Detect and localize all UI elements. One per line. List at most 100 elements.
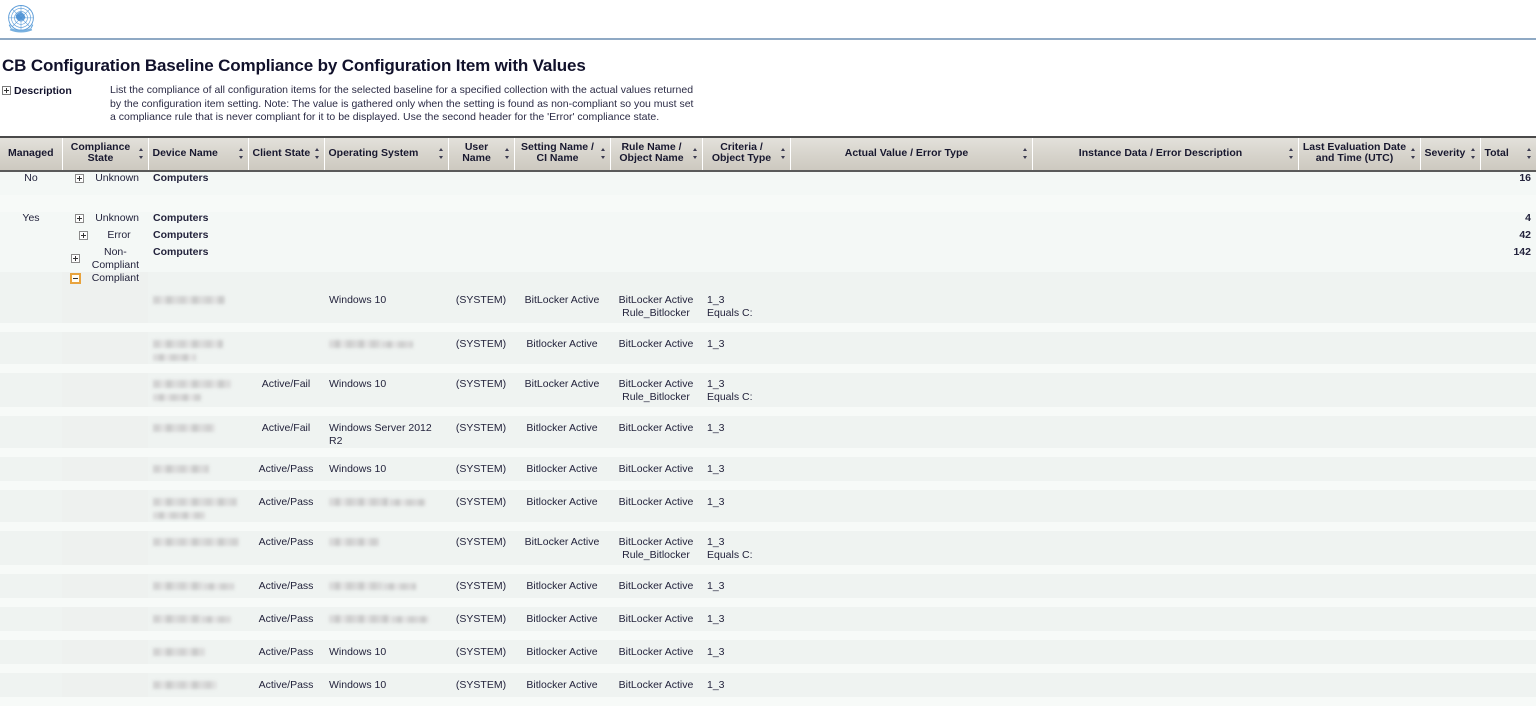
grid-header-row: Managed Compliance State Device Name Cli… <box>0 137 1536 172</box>
group-row[interactable]: Error Computers 42 <box>0 228 1536 246</box>
cell-severity <box>1420 606 1480 631</box>
description-label: Description <box>14 85 72 97</box>
cell-compliance-state[interactable]: Error <box>62 228 148 246</box>
cell-managed <box>0 372 62 407</box>
sort-updown-icon[interactable] <box>1410 147 1416 159</box>
cell-last-evaluation <box>1298 415 1420 448</box>
expand-toggle-icon[interactable] <box>74 213 84 223</box>
table-row[interactable]: Active/Pass (SYSTEM) Bitlocker Active Bi… <box>0 606 1536 631</box>
collapse-toggle-icon[interactable] <box>70 272 82 284</box>
cell-operating-system <box>324 245 448 272</box>
sort-updown-icon[interactable] <box>238 147 244 159</box>
col-header-actual-value[interactable]: Actual Value / Error Type <box>790 137 1033 172</box>
rule-name-primary: BitLocker Active <box>618 337 694 350</box>
table-row[interactable]: Active/Pass (SYSTEM) BitLocker Active Bi… <box>0 530 1536 565</box>
cell-managed: No <box>0 170 62 195</box>
col-header-compliance-state[interactable]: Compliance State <box>62 137 149 172</box>
sort-updown-icon[interactable] <box>692 147 698 159</box>
row-separator-cell <box>0 363 1536 373</box>
cell-managed <box>0 271 62 289</box>
page-title: CB Configuration Baseline Compliance by … <box>2 56 586 75</box>
criteria-primary: 1_3 <box>707 421 725 434</box>
expand-toggle-icon[interactable] <box>74 173 84 183</box>
col-header-managed[interactable]: Managed <box>0 137 63 172</box>
redacted-value <box>153 378 243 404</box>
cell-managed <box>0 530 62 565</box>
group-row[interactable]: No Unknown Computers 16 <box>0 170 1536 195</box>
rule-name-primary: BitLocker Active <box>618 495 694 508</box>
cell-managed <box>0 331 62 364</box>
table-row[interactable]: Active/Fail Windows Server 2012 R2 (SYST… <box>0 415 1536 448</box>
row-separator <box>0 564 1536 574</box>
un-emblem-logo <box>3 1 39 37</box>
group-row-expanded[interactable]: Compliant <box>0 271 1536 289</box>
cell-user-name: (SYSTEM) <box>448 288 514 323</box>
cell-compliance-state[interactable]: Non-Compliant <box>62 245 148 272</box>
group-row[interactable]: Yes Unknown Computers 4 <box>0 211 1536 229</box>
sort-updown-icon[interactable] <box>138 147 144 159</box>
cell-total <box>1480 372 1536 407</box>
cell-operating-system <box>324 170 448 195</box>
cell-user-name: (SYSTEM) <box>448 573 514 598</box>
row-separator <box>0 521 1536 531</box>
cell-compliance-state[interactable]: Unknown <box>62 170 148 195</box>
col-header-user-name[interactable]: User Name <box>448 137 515 172</box>
plus-box-icon[interactable] <box>2 86 11 95</box>
sort-updown-icon[interactable] <box>780 147 786 159</box>
col-header-instance-data[interactable]: Instance Data / Error Description <box>1032 137 1299 172</box>
col-header-operating-system[interactable]: Operating System <box>324 137 449 172</box>
cell-instance-data <box>1032 245 1298 272</box>
description-label-wrap[interactable]: Description <box>2 84 110 125</box>
col-header-total[interactable]: Total <box>1480 137 1536 172</box>
col-header-last-evaluation[interactable]: Last Evaluation Date and Time (UTC) <box>1298 137 1421 172</box>
col-header-criteria[interactable]: Criteria / Object Type <box>702 137 791 172</box>
cell-user-name <box>448 271 514 289</box>
sort-updown-icon[interactable] <box>504 147 510 159</box>
sort-updown-icon[interactable] <box>314 147 320 159</box>
sort-updown-icon[interactable] <box>438 147 444 159</box>
object-type-secondary: Equals C: <box>707 306 753 319</box>
compliance-state-label: Unknown <box>95 211 139 224</box>
sort-updown-icon[interactable] <box>600 147 606 159</box>
table-row[interactable]: (SYSTEM) Bitlocker Active BitLocker Acti… <box>0 331 1536 364</box>
table-row[interactable]: Active/Pass (SYSTEM) Bitlocker Active Bi… <box>0 573 1536 598</box>
cell-rule-name: BitLocker Active <box>610 606 702 631</box>
table-row[interactable]: Windows 10 (SYSTEM) BitLocker Active Bit… <box>0 288 1536 323</box>
cell-compliance-state <box>62 331 148 364</box>
cell-operating-system <box>324 530 448 565</box>
table-row[interactable]: Active/Fail Windows 10 (SYSTEM) BitLocke… <box>0 372 1536 407</box>
cell-setting-name <box>514 211 610 229</box>
redacted-value <box>153 294 243 307</box>
cell-client-state: Active/Pass <box>248 489 324 522</box>
cell-operating-system <box>324 573 448 598</box>
col-header-setting-name[interactable]: Setting Name / CI Name <box>514 137 611 172</box>
sort-updown-icon[interactable] <box>1526 147 1532 159</box>
cell-operating-system: Windows Server 2012 R2 <box>324 415 448 448</box>
table-row[interactable]: Active/Pass Windows 10 (SYSTEM) Bitlocke… <box>0 672 1536 697</box>
cell-actual-value <box>790 245 1032 272</box>
expand-toggle-icon[interactable] <box>71 254 81 264</box>
col-header-client-state[interactable]: Client State <box>248 137 325 172</box>
cell-total <box>1480 456 1536 481</box>
brand-header-band <box>0 0 1536 40</box>
redacted-value <box>329 613 443 626</box>
cell-total <box>1480 271 1536 289</box>
sort-updown-icon[interactable] <box>1022 147 1028 159</box>
table-row[interactable]: Active/Pass Windows 10 (SYSTEM) Bitlocke… <box>0 456 1536 481</box>
sort-updown-icon[interactable] <box>1288 147 1294 159</box>
cell-last-evaluation <box>1298 606 1420 631</box>
cell-compliance-state[interactable]: Compliant <box>62 271 148 289</box>
cell-compliance-state[interactable]: Unknown <box>62 211 148 229</box>
cell-device-name <box>148 672 248 697</box>
col-header-device-name[interactable]: Device Name <box>148 137 249 172</box>
cell-compliance-state <box>62 456 148 481</box>
table-row[interactable]: Active/Pass (SYSTEM) Bitlocker Active Bi… <box>0 489 1536 522</box>
col-header-rule-name[interactable]: Rule Name / Object Name <box>610 137 703 172</box>
row-separator <box>0 696 1536 706</box>
sort-updown-icon[interactable] <box>1470 147 1476 159</box>
group-row[interactable]: Non-Compliant Computers 142 <box>0 245 1536 272</box>
col-header-severity[interactable]: Severity <box>1420 137 1481 172</box>
expand-toggle-icon[interactable] <box>78 230 88 240</box>
cell-operating-system <box>324 228 448 246</box>
cell-user-name: (SYSTEM) <box>448 672 514 697</box>
